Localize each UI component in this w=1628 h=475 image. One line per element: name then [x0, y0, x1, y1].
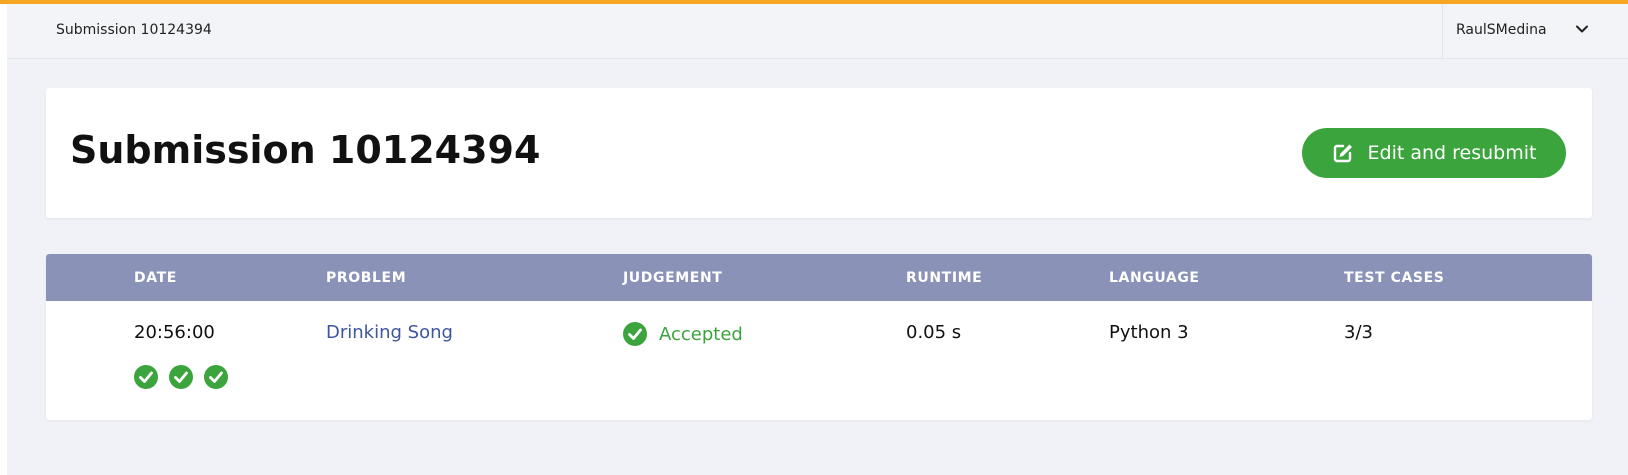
username: RaulSMedina [1456, 22, 1547, 38]
test-case-1-check-icon[interactable] [134, 365, 158, 389]
judgement-label: Accepted [659, 323, 743, 345]
edit-and-resubmit-button[interactable]: Edit and resubmit [1302, 128, 1566, 178]
test-cases-value: 3/3 [1344, 322, 1373, 343]
column-header-date: DATE [134, 270, 177, 286]
check-circle-icon [623, 322, 647, 346]
test-case-2-check-icon[interactable] [169, 365, 193, 389]
submission-header-card: Submission 10124394 Edit and resubmit [46, 88, 1592, 218]
test-case-results [134, 365, 239, 389]
column-header-language: LANGUAGE [1109, 270, 1200, 286]
edit-and-resubmit-label: Edit and resubmit [1367, 142, 1537, 164]
language-value: Python 3 [1109, 322, 1189, 343]
column-header-judgement: JUDGEMENT [623, 270, 723, 286]
breadcrumb-title: Submission 10124394 [56, 22, 212, 38]
column-header-test-cases: TEST CASES [1344, 270, 1445, 286]
top-navbar: Submission 10124394 RaulSMedina [7, 4, 1628, 59]
user-menu[interactable]: RaulSMedina [1442, 4, 1628, 58]
judgement-status: Accepted [623, 322, 743, 346]
column-header-problem: PROBLEM [326, 270, 407, 286]
chevron-down-icon [1576, 25, 1588, 33]
test-case-3-check-icon[interactable] [204, 365, 228, 389]
page-title: Submission 10124394 [70, 128, 541, 172]
column-header-runtime: RUNTIME [906, 270, 983, 286]
problem-link[interactable]: Drinking Song [326, 322, 453, 343]
submission-date: 20:56:00 [134, 322, 215, 343]
submission-table: DATE PROBLEM JUDGEMENT RUNTIME LANGUAGE … [46, 254, 1592, 420]
table-header: DATE PROBLEM JUDGEMENT RUNTIME LANGUAGE … [46, 254, 1592, 301]
left-edge-strip [0, 4, 7, 475]
runtime-value: 0.05 s [906, 322, 962, 343]
edit-icon [1333, 144, 1352, 163]
